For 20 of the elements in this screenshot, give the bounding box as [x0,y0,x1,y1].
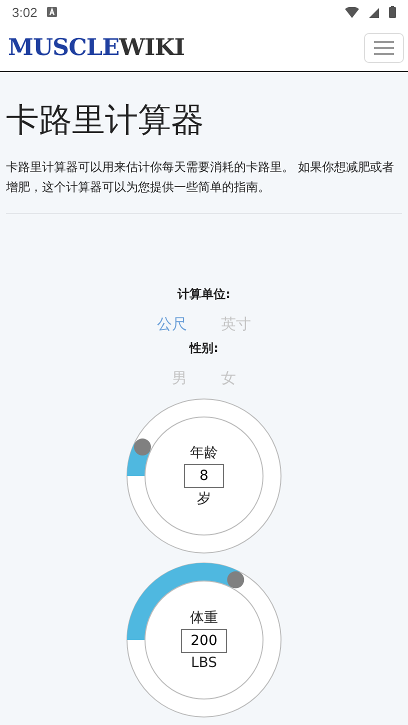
notification-icon [47,7,58,17]
unit-option[interactable]: 公尺 [157,315,187,334]
unit-label: 计算单位: [178,286,230,303]
unit-text: 岁 [197,490,211,508]
gender-label: 性别: [190,340,218,357]
dial-handle[interactable] [134,438,151,456]
signal-icon [369,6,379,18]
menu-button[interactable] [364,32,404,62]
dial-handle[interactable] [227,571,244,588]
battery-icon [389,6,396,18]
page-title: 卡路里计算器 [6,99,205,141]
unit-text: LBS [190,655,218,671]
value-field[interactable]: 200 [181,629,227,653]
value-field[interactable]: 8 [184,464,224,488]
dial-label: 年龄 [190,444,218,462]
menu-icon [374,40,394,54]
wifi-icon [345,6,359,18]
dial-label: 体重 [190,609,218,627]
status-time: 3:02 [12,4,38,20]
intro-text: 卡路里计算器可以用来估计你每天需要消耗的卡路里。 如果你想减肥或者增肥，这个计算器可以为您提供一些简单的指南。 [6,159,395,196]
